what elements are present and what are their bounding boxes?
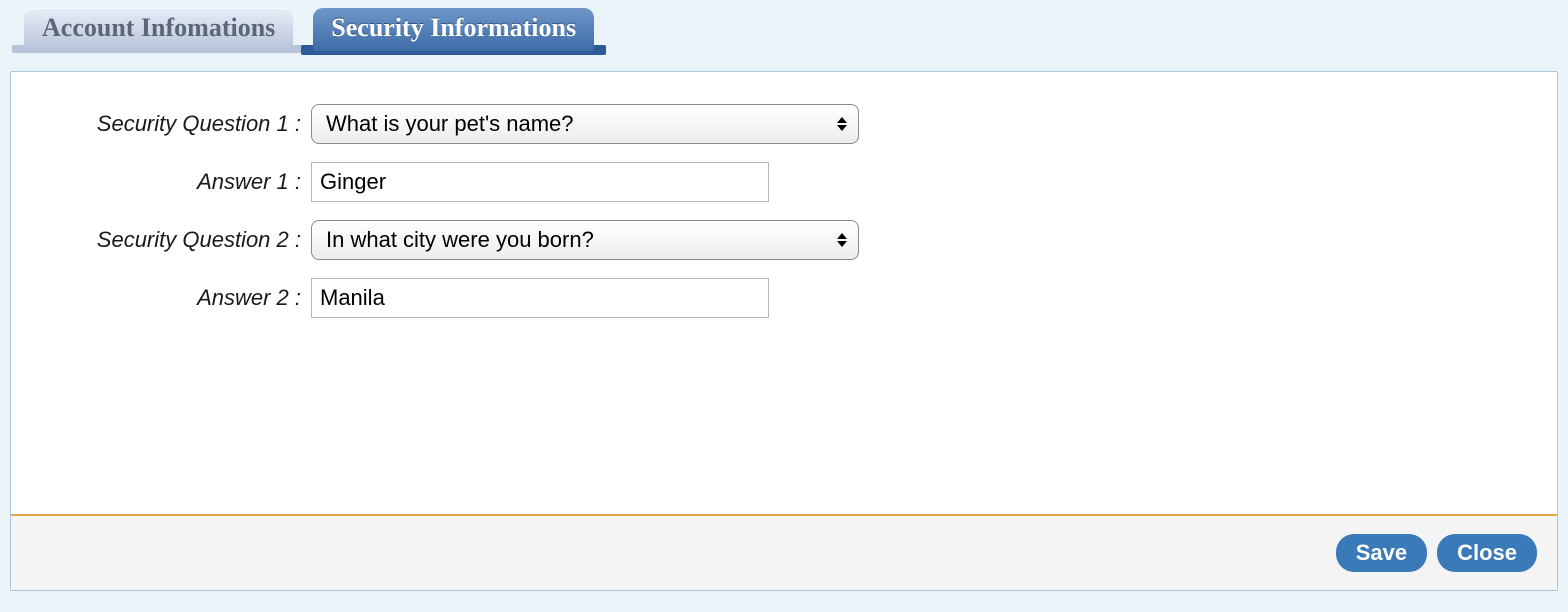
row-security-question-1: Security Question 1 : What is your pet's… bbox=[11, 104, 1557, 144]
row-answer-2: Answer 2 : bbox=[11, 278, 1557, 318]
form-body: Security Question 1 : What is your pet's… bbox=[11, 72, 1557, 514]
panel-footer: Save Close bbox=[11, 514, 1557, 590]
label-answer-1: Answer 1 : bbox=[11, 169, 311, 195]
tab-label: Account Infomations bbox=[42, 13, 275, 42]
select-value: What is your pet's name? bbox=[326, 111, 574, 137]
label-security-question-2: Security Question 2 : bbox=[11, 227, 311, 253]
save-button[interactable]: Save bbox=[1336, 534, 1427, 572]
tab-label: Security Informations bbox=[331, 13, 576, 42]
tab-bar: Account Infomations Security Information… bbox=[10, 8, 1558, 51]
input-answer-2[interactable] bbox=[311, 278, 769, 318]
select-security-question-2[interactable]: In what city were you born? bbox=[311, 220, 859, 260]
label-security-question-1: Security Question 1 : bbox=[11, 111, 311, 137]
tab-security-informations[interactable]: Security Informations bbox=[313, 8, 594, 51]
select-value: In what city were you born? bbox=[326, 227, 594, 253]
row-security-question-2: Security Question 2 : In what city were … bbox=[11, 220, 1557, 260]
tab-account-informations[interactable]: Account Infomations bbox=[24, 8, 293, 51]
input-answer-1[interactable] bbox=[311, 162, 769, 202]
close-button[interactable]: Close bbox=[1437, 534, 1537, 572]
row-answer-1: Answer 1 : bbox=[11, 162, 1557, 202]
label-answer-2: Answer 2 : bbox=[11, 285, 311, 311]
select-security-question-1[interactable]: What is your pet's name? bbox=[311, 104, 859, 144]
tab-panel-security: Security Question 1 : What is your pet's… bbox=[10, 71, 1558, 591]
